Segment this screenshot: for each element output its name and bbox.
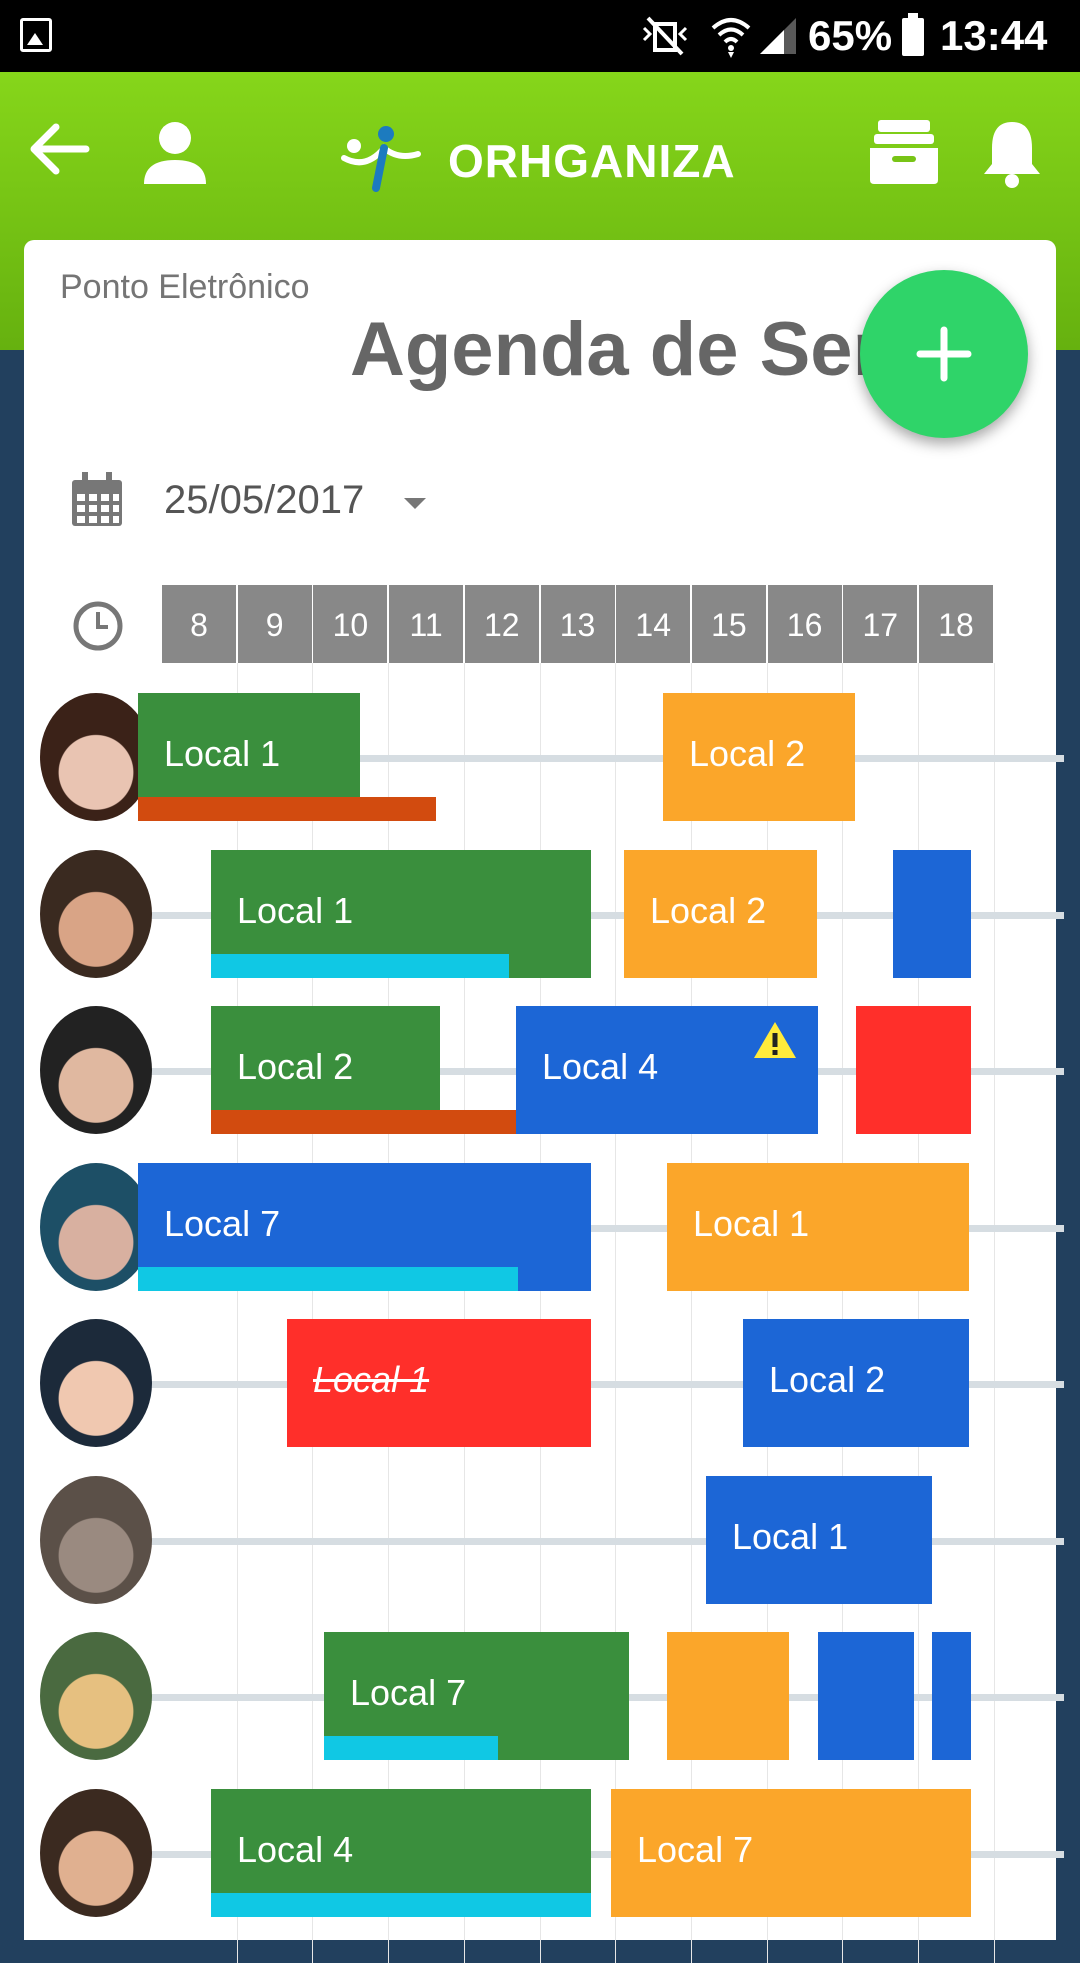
- breadcrumb: Ponto Eletrônico: [60, 268, 310, 306]
- hour-label: 13: [540, 585, 615, 663]
- schedule-block[interactable]: Local 1: [667, 1162, 969, 1291]
- block-label: Local 7: [164, 1202, 281, 1244]
- schedule-row: Local 1 Local 2: [24, 1319, 1064, 1449]
- avatar[interactable]: [40, 1006, 152, 1134]
- avatar[interactable]: [40, 1475, 152, 1604]
- schedule-block[interactable]: Local 2: [624, 849, 817, 978]
- schedule-block[interactable]: [818, 1632, 914, 1760]
- clock-icon: [73, 601, 123, 651]
- hour-label: 10: [313, 585, 388, 663]
- progress-underline: [138, 1266, 518, 1291]
- chevron-down-icon[interactable]: [404, 498, 426, 509]
- block-label: Local 4: [542, 1046, 659, 1087]
- user-profile-icon[interactable]: [140, 120, 210, 186]
- logo-figure-icon: [341, 126, 421, 192]
- back-arrow-icon[interactable]: [30, 122, 90, 176]
- calendar-icon: [72, 472, 122, 526]
- schedule-block[interactable]: Local 1: [706, 1475, 932, 1604]
- block-label: Local 1: [693, 1202, 810, 1244]
- vibrate-mute-icon: [642, 16, 688, 56]
- hour-label: 15: [691, 585, 766, 663]
- block-label: Local 1: [164, 733, 281, 774]
- hour-label: 17: [843, 585, 918, 663]
- progress-underline: [211, 1892, 591, 1917]
- hour-label: 12: [464, 585, 539, 663]
- avatar[interactable]: [40, 693, 152, 821]
- block-label: Local 1: [313, 1359, 430, 1400]
- schedule-row: Local 7: [24, 1632, 1064, 1762]
- schedule-row: Local 7 Local 1: [24, 1162, 1064, 1293]
- clock-time: 13:44: [940, 12, 1048, 59]
- notifications-bell-icon[interactable]: [980, 118, 1044, 190]
- schedule-row: Local 4 Local 7: [24, 1788, 1064, 1919]
- block-label: Local 2: [689, 733, 806, 774]
- hour-label: 9: [237, 585, 312, 663]
- wifi-icon: [711, 18, 751, 58]
- avatar[interactable]: [40, 1162, 152, 1291]
- schedule-card: Ponto Eletrônico Agenda de Ser 25/05/201…: [24, 240, 1064, 1963]
- schedule-block[interactable]: Local 1: [287, 1319, 591, 1447]
- battery-icon: [902, 13, 924, 56]
- progress-underline: [324, 1736, 498, 1760]
- logo-text: ORHGANIZA: [448, 135, 736, 187]
- schedule-block[interactable]: Local 2: [663, 693, 855, 821]
- cell-signal-icon: [760, 18, 796, 54]
- avatar[interactable]: [40, 1788, 152, 1917]
- schedule-row: Local 1: [24, 1475, 1064, 1606]
- warning-icon[interactable]: [752, 1020, 798, 1060]
- schedule-block[interactable]: Local 4: [516, 1006, 818, 1134]
- block-label: Local 2: [650, 889, 767, 931]
- block-label: Local 2: [237, 1046, 354, 1087]
- block-label: Local 2: [769, 1359, 886, 1400]
- schedule-row: Local 2 Local 4: [24, 1006, 1064, 1136]
- page-title: Agenda de Ser: [350, 307, 883, 392]
- inbox-tray-icon[interactable]: [868, 118, 940, 186]
- schedule-row: Local 1 Local 2: [24, 693, 1064, 823]
- schedule-block[interactable]: [932, 1632, 971, 1760]
- progress-underline: [211, 953, 509, 978]
- schedule-block[interactable]: [893, 849, 971, 978]
- hour-label: 8: [162, 585, 236, 663]
- add-button[interactable]: [860, 270, 1028, 438]
- selected-date: 25/05/2017: [164, 478, 365, 522]
- avatar[interactable]: [40, 1319, 152, 1447]
- battery-percent: 65%: [808, 12, 893, 59]
- block-label: Local 7: [350, 1672, 467, 1713]
- block-label: Local 4: [237, 1828, 354, 1870]
- avatar[interactable]: [40, 849, 152, 978]
- hour-label: 18: [919, 585, 993, 663]
- schedule-block[interactable]: [856, 1006, 971, 1134]
- schedule-block[interactable]: Local 7: [611, 1788, 971, 1917]
- hour-label: 16: [767, 585, 842, 663]
- block-label: Local 1: [732, 1515, 849, 1557]
- hour-label: 11: [389, 585, 464, 663]
- schedule-block[interactable]: [667, 1632, 789, 1760]
- plus-icon: [916, 326, 972, 382]
- schedule-block[interactable]: Local 2: [743, 1319, 969, 1447]
- hour-label: 14: [616, 585, 691, 663]
- status-bar: 65% 13:44: [0, 0, 1080, 72]
- block-label: Local 1: [237, 889, 354, 931]
- orhganiza-logo: ORHGANIZA: [336, 124, 776, 194]
- schedule-row: Local 1 Local 2: [24, 849, 1064, 980]
- gallery-notification-icon: [20, 18, 52, 52]
- progress-underline: [138, 797, 436, 821]
- block-label: Local 7: [637, 1828, 754, 1870]
- avatar[interactable]: [40, 1632, 152, 1760]
